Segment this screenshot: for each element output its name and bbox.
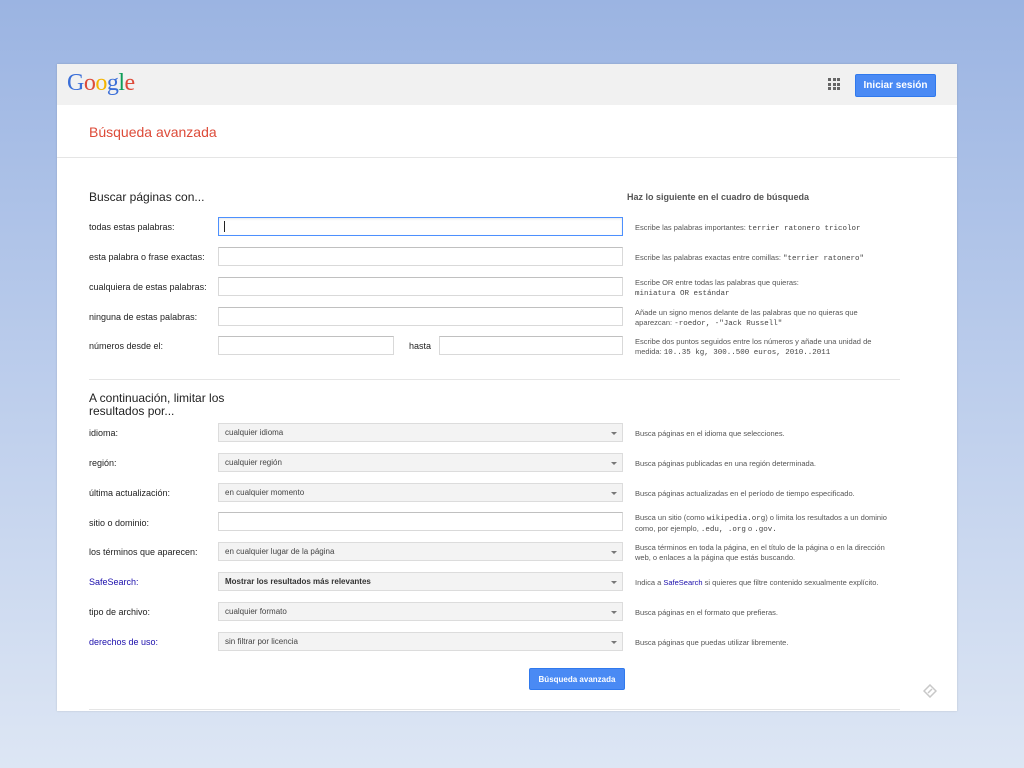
hint-usage-rights: Busca páginas que puedas utilizar librem…: [635, 638, 789, 647]
hint-last-update: Busca páginas actualizadas en el período…: [635, 489, 855, 498]
hint-safesearch: Indica a SafeSearch si quieres que filtr…: [635, 578, 891, 588]
hint-text: si quieres que filtre contenido sexualme…: [702, 578, 879, 587]
label-site-domain: sitio o dominio:: [89, 518, 150, 528]
dropdown-arrow-icon: [611, 462, 617, 465]
terms-appear-select[interactable]: en cualquier lugar de la página: [218, 542, 623, 561]
browser-window: Google Iniciar sesión Búsqueda avanzada …: [57, 64, 957, 711]
advanced-search-button[interactable]: Búsqueda avanzada: [529, 668, 625, 690]
hint-text: Escribe las palabras exactas entre comil…: [635, 253, 783, 262]
hint-example: .edu, .org: [700, 526, 746, 534]
signin-button[interactable]: Iniciar sesión: [855, 74, 936, 97]
logo-letter: o: [83, 70, 96, 96]
section-title-find: Buscar páginas con...: [89, 190, 205, 204]
section-title-line: A continuación, limitar los: [89, 391, 225, 405]
hint-site-domain: Busca un sitio (como wikipedia.org) o li…: [635, 513, 891, 535]
hint-region: Busca páginas publicadas en una región d…: [635, 459, 816, 468]
none-words-input[interactable]: [218, 307, 623, 326]
select-value: Mostrar los resultados más relevantes: [225, 577, 371, 586]
hint-example: "terrier ratonero": [782, 255, 864, 263]
hint-terms-appear: Busca términos en toda la página, en el …: [635, 543, 885, 562]
logo-letter: e: [124, 70, 136, 96]
language-select[interactable]: cualquier idioma: [218, 423, 623, 442]
logo-letter: G: [67, 70, 84, 96]
hint-example: 10..35 kg, 300..500 euros, 2010..2011: [663, 349, 831, 357]
hint-none-words: Añade un signo menos delante de las pala…: [635, 308, 891, 329]
text-caret: [224, 221, 225, 232]
section-title-line: resultados por...: [89, 404, 175, 418]
last-update-select[interactable]: en cualquier momento: [218, 483, 623, 502]
top-bar: Google Iniciar sesión: [57, 64, 957, 105]
dropdown-arrow-icon: [611, 581, 617, 584]
exact-phrase-input[interactable]: [218, 247, 623, 266]
label-terms-appear: los términos que aparecen:: [89, 547, 198, 557]
select-value: cualquier formato: [225, 607, 287, 616]
hint-exact-phrase: Escribe las palabras exactas entre comil…: [635, 253, 891, 264]
google-logo[interactable]: Google: [67, 70, 135, 97]
hint-example: wikipedia.org: [706, 515, 766, 523]
region-select[interactable]: cualquier región: [218, 453, 623, 472]
hint-text: Escribe las palabras importantes:: [635, 223, 748, 232]
label-any-words: cualquiera de estas palabras:: [89, 282, 207, 292]
hint-text: Indica a: [635, 578, 664, 587]
logo-letter: o: [95, 70, 107, 96]
safesearch-link[interactable]: SafeSearch:: [89, 577, 139, 587]
hint-any-words: Escribe OR entre todas las palabras que …: [635, 278, 891, 299]
any-words-input[interactable]: [218, 277, 623, 296]
safesearch-select[interactable]: Mostrar los resultados más relevantes: [218, 572, 623, 591]
hint-example: -roedor, -"Jack Russell": [674, 320, 783, 328]
dropdown-arrow-icon: [611, 641, 617, 644]
footer-divider: [89, 709, 900, 710]
section-divider: [89, 379, 900, 380]
hint-all-words: Escribe las palabras importantes: terrie…: [635, 223, 891, 234]
select-value: en cualquier momento: [225, 488, 305, 497]
dropdown-arrow-icon: [611, 611, 617, 614]
hint-example: terrier ratonero tricolor: [747, 225, 861, 233]
label-exact-phrase: esta palabra o frase exactas:: [89, 252, 205, 262]
logo-letter: g: [106, 70, 119, 96]
usage-rights-link[interactable]: derechos de uso:: [89, 637, 158, 647]
numbers-to-input[interactable]: [439, 336, 623, 355]
apps-grid-icon[interactable]: [828, 78, 840, 90]
hint-example: miniatura OR estándar: [635, 290, 730, 298]
label-numbers-to: hasta: [409, 341, 432, 351]
label-region: región:: [89, 458, 117, 468]
hint-text: o: [745, 524, 755, 533]
site-domain-input[interactable]: [218, 512, 623, 531]
select-value: cualquier idioma: [225, 428, 284, 437]
hint-language: Busca páginas en el idioma que seleccion…: [635, 429, 785, 438]
numbers-from-input[interactable]: [218, 336, 394, 355]
label-none-words: ninguna de estas palabras:: [89, 312, 198, 322]
page-title: Búsqueda avanzada: [89, 124, 217, 140]
divider: [57, 157, 957, 158]
hint-numbers: Escribe dos puntos seguidos entre los nú…: [635, 337, 891, 358]
dropdown-arrow-icon: [611, 551, 617, 554]
label-numbers-from: números desde el:: [89, 341, 164, 351]
hint-text: Escribe OR entre todas las palabras que …: [635, 278, 799, 287]
label-language: idioma:: [89, 428, 119, 438]
all-words-input[interactable]: [218, 217, 623, 236]
hint-column-title: Haz lo siguiente en el cuadro de búsqued…: [627, 192, 810, 202]
select-value: cualquier región: [225, 458, 282, 467]
feedback-icon[interactable]: [923, 684, 937, 698]
dropdown-arrow-icon: [611, 432, 617, 435]
select-value: sin filtrar por licencia: [225, 637, 298, 646]
select-value: en cualquier lugar de la página: [225, 547, 335, 556]
hint-file-type: Busca páginas en el formato que prefiera…: [635, 608, 779, 617]
hint-safesearch-link[interactable]: SafeSearch: [663, 578, 702, 587]
label-last-update: última actualización:: [89, 488, 171, 498]
hint-example: .gov.: [754, 526, 777, 534]
usage-rights-select[interactable]: sin filtrar por licencia: [218, 632, 623, 651]
label-all-words: todas estas palabras:: [89, 222, 175, 232]
label-file-type: tipo de archivo:: [89, 607, 151, 617]
hint-text: Busca un sitio (como: [635, 513, 707, 522]
dropdown-arrow-icon: [611, 492, 617, 495]
file-type-select[interactable]: cualquier formato: [218, 602, 623, 621]
section-title-narrow: A continuación, limitar los resultados po…: [89, 392, 224, 418]
